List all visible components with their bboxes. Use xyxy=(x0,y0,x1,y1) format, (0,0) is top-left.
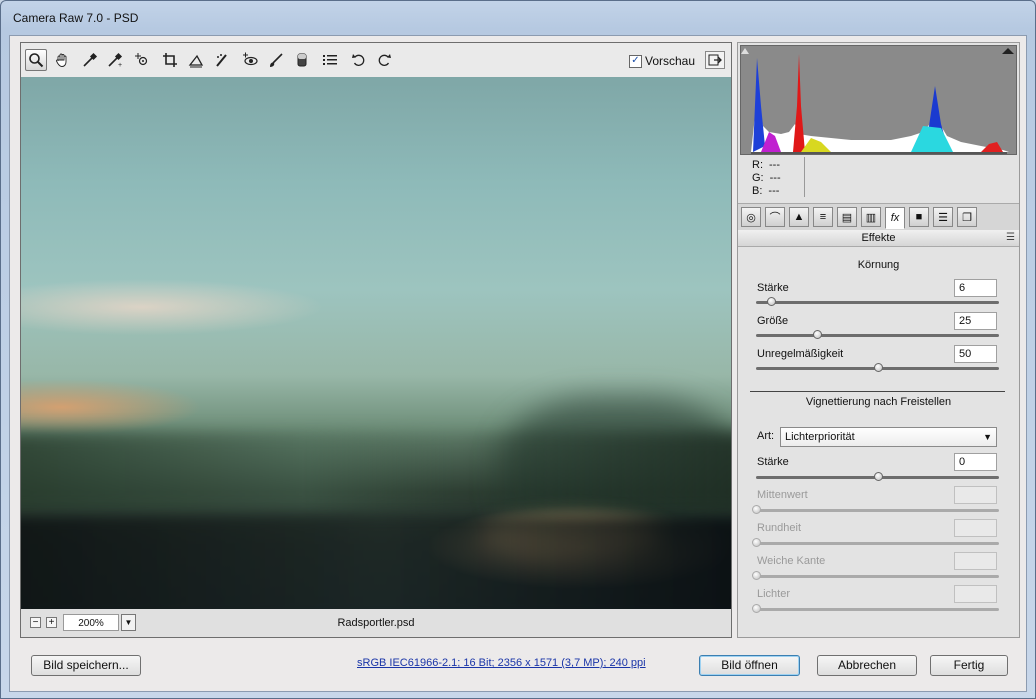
vignette-roundness-label: Rundheit xyxy=(757,522,802,534)
crop-icon[interactable] xyxy=(159,49,181,71)
panel-header: Effekte ☰ xyxy=(738,230,1019,247)
chevron-down-icon: ▼ xyxy=(983,432,992,442)
vignette-highlights-slider xyxy=(752,604,999,613)
grain-section-title: Körnung xyxy=(857,259,900,271)
title-bar: Camera Raw 7.0 - PSD xyxy=(1,1,1035,35)
vignette-feather-field xyxy=(954,552,997,570)
preview-foliage-band xyxy=(21,432,731,512)
tone-curve-icon[interactable]: ⌒ xyxy=(765,207,785,227)
section-divider xyxy=(750,391,1005,392)
grain-amount-thumb[interactable] xyxy=(766,297,776,306)
fullscreen-toggle-icon[interactable] xyxy=(705,51,725,69)
save-image-button[interactable]: Bild speichern... xyxy=(31,655,141,676)
vignette-feather-slider xyxy=(752,571,999,580)
vignette-highlights-label: Lichter xyxy=(757,588,791,600)
hsl-icon[interactable]: ≡ xyxy=(813,207,833,227)
rotate-left-icon[interactable] xyxy=(348,49,370,71)
preview-checkbox[interactable]: ✓ xyxy=(629,54,642,68)
adjustments-panel: R: --- G: --- B: --- ◎ ⌒ ▲ ≡ ▤ ▥ fx ■ ☰ ❐ E… xyxy=(737,42,1020,638)
vignette-highlights-field xyxy=(954,585,997,603)
grain-roughness-thumb[interactable] xyxy=(873,363,883,372)
target-adjust-icon[interactable] xyxy=(131,49,153,71)
vignette-amount-thumb[interactable] xyxy=(873,472,883,481)
grain-size-slider[interactable] xyxy=(756,330,999,339)
straighten-icon[interactable] xyxy=(185,49,207,71)
zoom-icon[interactable] xyxy=(25,49,47,71)
graduated-filter-icon[interactable] xyxy=(291,49,313,71)
grain-size-field[interactable]: 25 xyxy=(954,312,997,330)
window-title: Camera Raw 7.0 - PSD xyxy=(13,11,139,25)
panel-menu-icon[interactable]: ☰ xyxy=(1006,230,1015,246)
histogram xyxy=(740,45,1017,155)
rotate-right-icon[interactable] xyxy=(373,49,395,71)
r-label: R: xyxy=(752,159,763,171)
vignette-roundness-thumb xyxy=(752,538,761,547)
vignette-amount-field[interactable]: 0 xyxy=(954,453,997,471)
workflow-options-link[interactable]: sRGB IEC61966-2.1; 16 Bit; 2356 x 1571 (… xyxy=(357,657,646,669)
preview-label: Vorschau xyxy=(645,54,696,68)
open-image-button[interactable]: Bild öffnen xyxy=(699,655,800,676)
vignette-style-select[interactable]: Lichterpriorität ▼ xyxy=(780,427,997,447)
file-name: Radsportler.psd xyxy=(337,617,415,629)
grain-amount-slider[interactable] xyxy=(756,297,999,306)
fx-tab-label: fx xyxy=(890,212,900,224)
camera-calibration-icon[interactable]: ■ xyxy=(909,207,929,227)
vignette-highlights-thumb xyxy=(752,604,761,613)
camera-raw-window: Camera Raw 7.0 - PSD + ✓ Vorschau − + 20… xyxy=(0,0,1036,699)
preview-frame: + ✓ Vorschau − + 200% ▼ Radsportler.psd xyxy=(20,42,732,638)
done-button[interactable]: Fertig xyxy=(930,655,1008,676)
vignette-section-title: Vignettierung nach Freistellen xyxy=(805,396,952,408)
vignette-midpoint-thumb xyxy=(752,505,761,514)
vignette-feather-thumb xyxy=(752,571,761,580)
grain-size-thumb[interactable] xyxy=(812,330,822,339)
b-value: --- xyxy=(768,185,780,197)
grain-amount-label: Stärke xyxy=(757,282,789,294)
color-sampler-icon[interactable]: + xyxy=(104,49,126,71)
image-preview[interactable] xyxy=(21,77,731,609)
spot-removal-icon[interactable] xyxy=(211,49,233,71)
lens-icon[interactable]: ▥ xyxy=(861,207,881,227)
preview-toggle[interactable]: ✓ Vorschau xyxy=(629,54,695,68)
white-balance-icon[interactable] xyxy=(79,49,101,71)
vignette-amount-slider[interactable] xyxy=(756,472,999,481)
svg-text:+: + xyxy=(118,62,122,68)
vignette-midpoint-label: Mittenwert xyxy=(757,489,808,501)
rgb-readout: R: --- G: --- B: --- xyxy=(752,159,781,198)
detail-icon[interactable]: ▲ xyxy=(789,207,809,227)
presets-icon[interactable]: ☰ xyxy=(933,207,953,227)
g-label: G: xyxy=(752,172,764,184)
preview-status-bar: − + 200% ▼ Radsportler.psd xyxy=(21,609,731,637)
vignette-style-label: Art: xyxy=(757,430,775,442)
panel-tab-bar: ◎ ⌒ ▲ ≡ ▤ ▥ fx ■ ☰ ❐ xyxy=(738,203,1019,231)
fx-icon[interactable]: fx xyxy=(885,207,905,229)
vignette-midpoint-slider xyxy=(752,505,999,514)
hand-icon[interactable] xyxy=(51,49,73,71)
panel-title: Effekte xyxy=(861,232,896,244)
vignette-roundness-field xyxy=(954,519,997,537)
vignette-style-value: Lichterpriorität xyxy=(785,431,855,443)
aperture-icon[interactable]: ◎ xyxy=(741,207,761,227)
toolbar: + ✓ Vorschau xyxy=(21,43,731,77)
snapshots-icon[interactable]: ❐ xyxy=(957,207,977,227)
readout-divider xyxy=(804,157,805,197)
vignette-feather-label: Weiche Kante xyxy=(757,555,826,567)
r-value: --- xyxy=(769,159,780,171)
grain-roughness-label: Unregelmäßigkeit xyxy=(757,348,844,360)
grain-roughness-slider[interactable] xyxy=(756,363,999,372)
grain-roughness-field[interactable]: 50 xyxy=(954,345,997,363)
g-value: --- xyxy=(769,172,781,184)
red-eye-icon[interactable] xyxy=(239,49,261,71)
adjustment-brush-icon[interactable] xyxy=(265,49,287,71)
grain-amount-field[interactable]: 6 xyxy=(954,279,997,297)
vignette-roundness-slider xyxy=(752,538,999,547)
grain-size-label: Größe xyxy=(757,315,789,327)
preview-dark-ground xyxy=(21,517,731,609)
cancel-button[interactable]: Abbrechen xyxy=(817,655,917,676)
preferences-list-icon[interactable] xyxy=(319,49,341,71)
dialog-client-area: + ✓ Vorschau − + 200% ▼ Radsportler.psd … xyxy=(9,35,1027,692)
vignette-midpoint-field xyxy=(954,486,997,504)
vignette-amount-label: Stärke xyxy=(757,456,789,468)
split-toning-icon[interactable]: ▤ xyxy=(837,207,857,227)
b-label: B: xyxy=(752,185,763,197)
